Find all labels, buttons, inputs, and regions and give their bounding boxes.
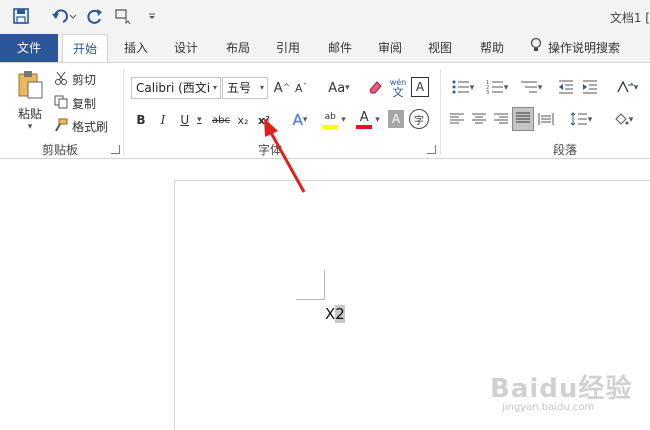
baidu-jingyan-watermark: Baidu经验 jingyan.baidu.com xyxy=(490,368,640,418)
watermark-url: jingyan.baidu.com xyxy=(502,402,595,413)
watermark-logo: Baidu经验 xyxy=(490,374,633,404)
red-arrow-annotation xyxy=(264,118,306,193)
